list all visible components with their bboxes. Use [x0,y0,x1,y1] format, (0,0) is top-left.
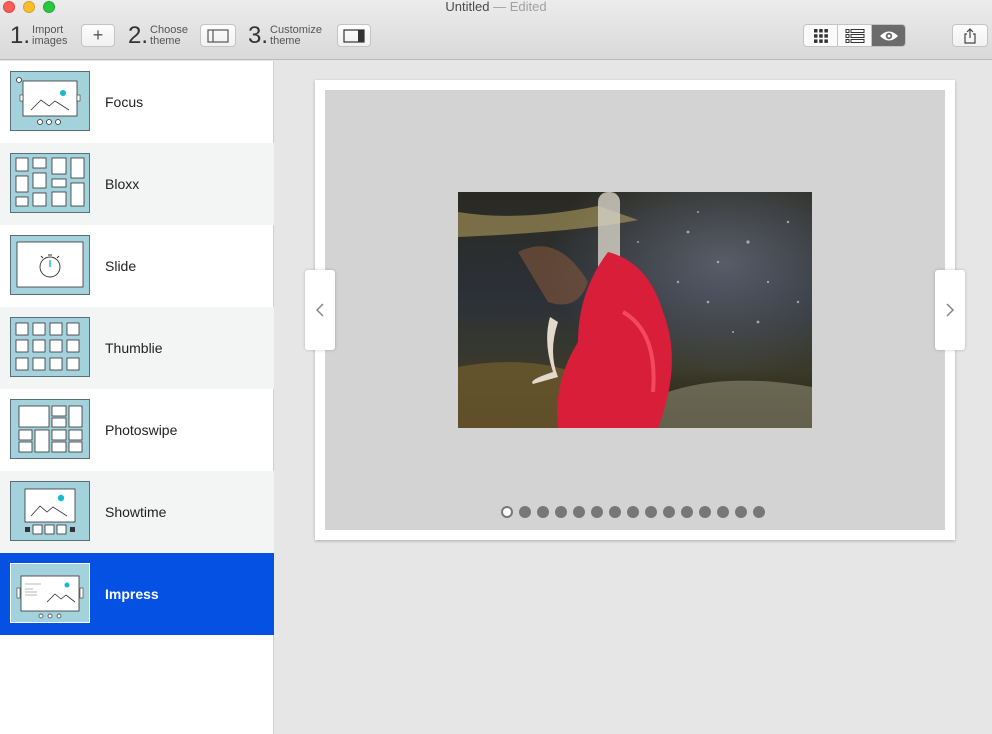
preview-eye-icon [879,31,898,40]
step-label-line2: theme [270,35,301,47]
showtime-theme-icon [24,488,76,535]
toggle-themes-sidebar-button[interactable] [200,24,236,47]
theme-name: Focus [105,94,144,110]
next-slide-button[interactable] [935,270,965,350]
edited-status: — Edited [493,0,547,14]
theme-thumbnail [10,563,90,623]
preview-view-button[interactable] [872,25,905,46]
thumblie-theme-icon [15,322,80,371]
window-title: Untitled — Edited [0,0,992,14]
chevron-right-icon [946,303,955,317]
theme-item-showtime[interactable]: Showtime [0,471,274,553]
bloxx-theme-icon [15,157,85,207]
theme-item-photoswipe[interactable]: Photoswipe [0,389,274,471]
chevron-left-icon [315,303,324,317]
list-view-button[interactable] [838,25,872,46]
slide-dot[interactable] [645,506,657,518]
grid-view-button[interactable] [804,25,838,46]
theme-item-impress[interactable]: Impress [0,553,274,635]
theme-name: Thumblie [105,340,163,356]
step-number: 3. [248,22,269,49]
theme-item-slide[interactable]: Slide [0,225,274,307]
slide-dot[interactable] [735,506,747,518]
share-button[interactable] [952,24,988,47]
theme-item-thumblie[interactable]: Thumblie [0,307,274,389]
slide-dot[interactable] [537,506,549,518]
slide-dot[interactable] [591,506,603,518]
share-icon [964,27,976,44]
document-name: Untitled [445,0,490,14]
right-sidebar-icon [343,28,365,43]
step-label: Import images [32,25,67,47]
step-label: Customize theme [270,25,322,47]
theme-item-focus[interactable]: Focus [0,61,274,143]
slide-dot[interactable] [555,506,567,518]
focus-theme-icon [16,77,81,125]
grid-view-icon [813,28,828,43]
slide-pagination-dots [501,506,765,520]
left-sidebar-icon [207,28,229,43]
slide-dot[interactable] [627,506,639,518]
step-customize-theme: 3. Customize theme [248,22,322,50]
list-view-icon [845,28,864,43]
slide-theme-icon [16,241,84,288]
slide-dot[interactable] [717,506,729,518]
theme-name: Impress [105,586,159,602]
step-label-line2: images [32,35,68,47]
slide-dot[interactable] [699,506,711,518]
slide-dot[interactable] [753,506,765,518]
theme-thumbnail [10,399,90,459]
impress-theme-icon [16,575,84,619]
slide-dot[interactable] [573,506,585,518]
slide-dot[interactable] [609,506,621,518]
add-images-button[interactable]: + [81,24,115,47]
slide-dot[interactable] [681,506,693,518]
step-label: Choose theme [150,25,188,47]
photoswipe-theme-icon [18,405,83,453]
underwater-photo-image [458,192,812,428]
slide-stage [325,90,945,530]
theme-thumbnail [10,317,90,377]
theme-name: Bloxx [105,176,140,192]
slide-dot[interactable] [519,506,531,518]
slide-dot[interactable] [663,506,675,518]
step-number: 2. [128,22,149,49]
step-choose-theme: 2. Choose theme [128,22,188,50]
slide-photo[interactable] [458,192,812,428]
theme-name: Photoswipe [105,422,178,438]
previous-slide-button[interactable] [305,270,335,350]
step-import-images: 1. Import images [10,22,67,50]
theme-name: Showtime [105,504,167,520]
toolbar: Untitled — Edited 1. Import images + 2. … [0,0,992,60]
theme-thumbnail [10,153,90,213]
theme-thumbnail [10,71,90,131]
toggle-customize-sidebar-button[interactable] [337,24,371,47]
theme-thumbnail [10,235,90,295]
step-number: 1. [10,22,31,49]
slideshow-preview [315,80,955,540]
theme-item-bloxx[interactable]: Bloxx [0,143,274,225]
theme-thumbnail [10,481,90,541]
theme-name: Slide [105,258,137,274]
slide-dot[interactable] [501,506,513,518]
step-label-line2: theme [150,35,181,47]
view-mode-segmented-control[interactable] [803,24,906,47]
themes-sidebar: Focus Bloxx Slide Thumblie Photoswipe Sh… [0,61,274,734]
